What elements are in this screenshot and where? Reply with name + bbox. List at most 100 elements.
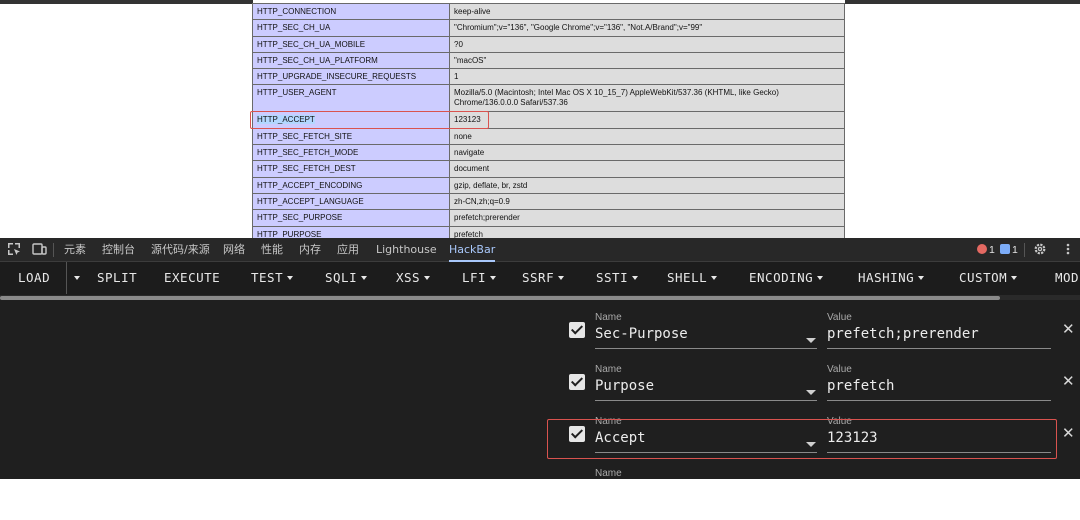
browser-page: HTTP_CONNECTION keep-alive HTTP_SEC_CH_UA "… bbox=[0, 0, 1080, 238]
header-enabled-checkbox[interactable] bbox=[569, 322, 585, 338]
env-key-cell: HTTP_UPGRADE_INSECURE_REQUESTS bbox=[252, 68, 450, 86]
env-key-text: HTTP_ACCEPT_LANGUAGE bbox=[257, 196, 364, 206]
value-label: Value bbox=[827, 312, 852, 323]
chevron-down-icon bbox=[918, 276, 925, 280]
custom-menu[interactable]: CUSTOM bbox=[959, 262, 1018, 294]
env-key-text: HTTP_SEC_FETCH_MODE bbox=[257, 148, 359, 158]
env-value-cell: none bbox=[449, 127, 845, 146]
load-options-dropdown[interactable] bbox=[66, 262, 82, 294]
env-table-row: HTTP_CONNECTION keep-alive bbox=[252, 2, 845, 21]
env-key-cell: HTTP_SEC_CH_UA bbox=[252, 19, 450, 37]
env-value-cell: 123123 bbox=[449, 111, 845, 129]
header-row: Name bbox=[560, 468, 1080, 520]
split-button[interactable]: SPLIT bbox=[97, 262, 137, 294]
env-key-text: HTTP_SEC_CH_UA_PLATFORM bbox=[257, 55, 378, 65]
chevron-down-icon bbox=[711, 276, 718, 280]
env-key-cell: HTTP_SEC_FETCH_DEST bbox=[252, 160, 450, 178]
tab-console[interactable]: 控制台 bbox=[102, 238, 135, 262]
env-key-text: HTTP_PURPOSE bbox=[257, 229, 322, 238]
env-key-text: HTTP_USER_AGENT bbox=[257, 88, 337, 98]
encoding-menu[interactable]: ENCODING bbox=[749, 262, 824, 294]
chevron-down-icon bbox=[424, 276, 431, 280]
load-button[interactable]: LOAD bbox=[18, 262, 50, 294]
chevron-down-icon bbox=[632, 276, 639, 280]
env-key-cell: HTTP_PURPOSE bbox=[252, 225, 450, 238]
xss-menu[interactable]: XSS bbox=[396, 262, 431, 294]
chevron-down-icon bbox=[817, 276, 824, 280]
mod-menu[interactable]: MOD bbox=[1055, 262, 1079, 294]
error-icon bbox=[977, 244, 987, 254]
env-key-cell: HTTP_SEC_CH_UA_MOBILE bbox=[252, 35, 450, 53]
ssrf-menu-label: SSRF bbox=[522, 270, 555, 285]
error-count: 1 bbox=[989, 244, 995, 256]
tab-memory[interactable]: 内存 bbox=[299, 238, 321, 262]
tab-lighthouse[interactable]: Lighthouse bbox=[376, 238, 437, 262]
env-table-row: HTTP_SEC_FETCH_SITE none bbox=[252, 127, 845, 146]
env-table-row: HTTP_ACCEPT_LANGUAGE zh-CN,zh;q=0.9 bbox=[252, 192, 845, 211]
lfi-menu[interactable]: LFI bbox=[462, 262, 497, 294]
accept-header-highlight-box bbox=[547, 419, 1057, 459]
header-value-input[interactable]: prefetch;prerender bbox=[827, 326, 979, 342]
tab-elements[interactable]: 元素 bbox=[64, 238, 86, 262]
chevron-down-icon[interactable] bbox=[806, 390, 816, 395]
chevron-down-icon[interactable] bbox=[806, 338, 816, 343]
execute-button[interactable]: EXECUTE bbox=[164, 262, 220, 294]
env-value-cell: gzip, deflate, br, zstd bbox=[449, 176, 845, 194]
device-toolbar-icon[interactable] bbox=[31, 242, 47, 258]
tab-sources[interactable]: 源代码/来源 bbox=[151, 238, 210, 262]
hashing-menu-label: HASHING bbox=[858, 270, 915, 285]
test-menu[interactable]: TEST bbox=[251, 262, 294, 294]
encoding-menu-label: ENCODING bbox=[749, 270, 814, 285]
tab-network[interactable]: 网络 bbox=[223, 238, 245, 262]
env-key-cell: HTTP_SEC_PURPOSE bbox=[252, 209, 450, 227]
header-value-input[interactable]: prefetch bbox=[827, 378, 894, 394]
devtools-tab-bar: 元素 控制台 源代码/来源 网络 性能 内存 应用 Lighthouse Hac… bbox=[0, 238, 1080, 262]
tab-application[interactable]: 应用 bbox=[337, 238, 359, 262]
name-underline bbox=[595, 348, 817, 349]
close-icon[interactable]: ✕ bbox=[1062, 426, 1075, 442]
error-badge[interactable]: 1 bbox=[977, 244, 995, 256]
ssti-menu-label: SSTI bbox=[596, 270, 629, 285]
name-underline bbox=[595, 400, 817, 401]
close-icon[interactable]: ✕ bbox=[1062, 374, 1075, 390]
ssti-menu[interactable]: SSTI bbox=[596, 262, 639, 294]
env-key-cell: HTTP_SEC_FETCH_MODE bbox=[252, 144, 450, 162]
name-label: Name bbox=[595, 468, 622, 479]
header-row: Name Purpose Value prefetch ✕ bbox=[560, 364, 1080, 416]
hackbar-menu: LOAD SPLIT EXECUTE TEST SQLI XSS LFI SSR… bbox=[0, 262, 1080, 300]
header-name-select[interactable]: Purpose bbox=[595, 378, 654, 394]
tab-hackbar[interactable]: HackBar bbox=[449, 238, 496, 262]
shell-menu[interactable]: SHELL bbox=[667, 262, 718, 294]
message-count: 1 bbox=[1012, 244, 1018, 256]
settings-icon[interactable] bbox=[1032, 242, 1048, 258]
env-value-cell: Mozilla/5.0 (Macintosh; Intel Mac OS X 1… bbox=[449, 84, 845, 113]
env-key-text: HTTP_SEC_CH_UA bbox=[257, 23, 331, 33]
chevron-down-icon bbox=[287, 276, 294, 280]
env-value-cell: zh-CN,zh;q=0.9 bbox=[449, 192, 845, 211]
message-badge[interactable]: 1 bbox=[1000, 244, 1018, 256]
env-table-row: HTTP_ACCEPT_ENCODING gzip, deflate, br, z… bbox=[252, 176, 845, 194]
tab-performance[interactable]: 性能 bbox=[261, 238, 283, 262]
env-key-cell: HTTP_SEC_CH_UA_PLATFORM bbox=[252, 51, 450, 70]
sqli-menu-label: SQLI bbox=[325, 270, 358, 285]
inspect-icon[interactable] bbox=[6, 242, 22, 258]
http-accept-highlight-box bbox=[250, 111, 489, 129]
value-underline bbox=[827, 400, 1051, 401]
more-options-icon[interactable] bbox=[1060, 242, 1076, 258]
env-value-cell: prefetch bbox=[449, 225, 845, 238]
chevron-down-icon bbox=[1011, 276, 1018, 280]
xss-menu-label: XSS bbox=[396, 270, 421, 285]
env-table-row: HTTP_SEC_FETCH_DEST document bbox=[252, 160, 845, 178]
ssrf-menu[interactable]: SSRF bbox=[522, 262, 565, 294]
env-key-text: HTTP_SEC_FETCH_DEST bbox=[257, 164, 356, 174]
hashing-menu[interactable]: HASHING bbox=[858, 262, 925, 294]
env-key-cell: HTTP_USER_AGENT bbox=[252, 84, 450, 113]
header-enabled-checkbox[interactable] bbox=[569, 374, 585, 390]
header-name-select[interactable]: Sec-Purpose bbox=[595, 326, 688, 342]
env-key-text: HTTP_SEC_PURPOSE bbox=[257, 213, 343, 223]
page-top-border-right bbox=[845, 0, 1080, 4]
close-icon[interactable]: ✕ bbox=[1062, 322, 1075, 338]
env-key-text: HTTP_UPGRADE_INSECURE_REQUESTS bbox=[257, 72, 417, 82]
shell-menu-label: SHELL bbox=[667, 270, 708, 285]
sqli-menu[interactable]: SQLI bbox=[325, 262, 368, 294]
